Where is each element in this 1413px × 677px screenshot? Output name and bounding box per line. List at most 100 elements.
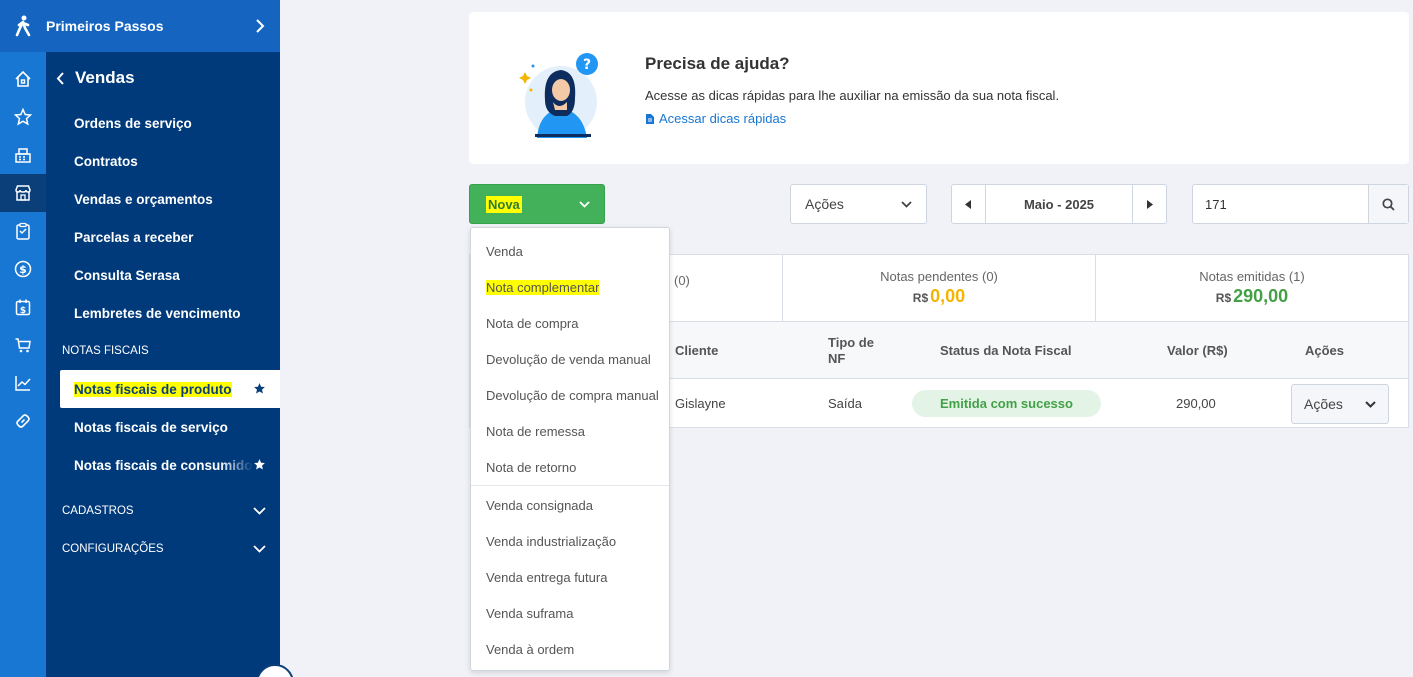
back-to-vendas[interactable]: Vendas — [46, 52, 280, 104]
menu-item-venda-industrializacao[interactable]: Venda industrialização — [471, 523, 669, 559]
sidebar-item-contratos[interactable]: Contratos — [46, 142, 280, 180]
store-icon[interactable] — [0, 174, 46, 212]
col-acoes: Ações — [1305, 343, 1345, 358]
row-acoes-label: Ações — [1304, 396, 1343, 412]
col-tipo-2[interactable]: NF — [828, 351, 845, 366]
nova-button[interactable]: Nova — [469, 184, 605, 224]
search-input[interactable] — [1193, 185, 1368, 223]
clipboard-icon[interactable] — [0, 212, 46, 250]
help-link[interactable]: Acessar dicas rápidas — [645, 111, 786, 126]
month-selector: Maio - 2025 — [951, 184, 1167, 224]
sidebar-item-lembretes[interactable]: Lembretes de vencimento — [46, 294, 280, 332]
menu-item-devolucao-venda[interactable]: Devolução de venda manual — [471, 341, 669, 377]
sidebar-section-title: Vendas — [75, 68, 135, 87]
star-filled-icon[interactable] — [253, 458, 266, 474]
menu-item-venda-suframa[interactable]: Venda suframa — [471, 595, 669, 631]
acoes-button[interactable]: Ações — [790, 184, 927, 224]
summary-first-caption: (0) — [674, 273, 690, 288]
svg-text:$: $ — [19, 263, 27, 276]
menu-item-nota-retorno[interactable]: Nota de retorno — [471, 449, 669, 485]
search-button[interactable] — [1368, 185, 1408, 223]
menu-item-nota-complementar[interactable]: Nota complementar — [471, 269, 669, 305]
menu-item-venda[interactable]: Venda — [471, 233, 669, 269]
row-acoes-button[interactable]: Ações — [1291, 384, 1389, 424]
calendar-dollar-icon[interactable]: $ — [0, 288, 46, 326]
chevron-right-icon[interactable] — [240, 19, 280, 33]
emitidas-value: 290,00 — [1233, 286, 1289, 306]
caret-right-icon — [1147, 199, 1153, 209]
summary-emitidas[interactable]: Notas emitidas (1) R$ 290,00 — [1095, 255, 1408, 321]
col-status[interactable]: Status da Nota Fiscal — [940, 343, 1071, 358]
menu-divider — [471, 485, 669, 486]
pendentes-currency: R$ — [912, 291, 929, 305]
dollar-icon[interactable]: $ — [0, 250, 46, 288]
section-config-label: CONFIGURAÇÕES — [62, 543, 164, 555]
sidebar-item-nf-produto[interactable]: Notas fiscais de produto — [60, 370, 280, 408]
section-cadastros[interactable]: CADASTROS — [46, 492, 280, 530]
col-tipo-1[interactable]: Tipo de — [828, 335, 874, 350]
walking-person-icon — [0, 15, 46, 37]
row-tipo: Saída — [828, 396, 862, 411]
chevron-down-icon — [253, 507, 266, 515]
sidebar-item-vendas-orcamentos[interactable]: Vendas e orçamentos — [46, 180, 280, 218]
current-month: Maio - 2025 — [1023, 196, 1095, 212]
nova-dropdown-menu: Venda Nota complementar Nota de compra D… — [470, 227, 670, 671]
acoes-button-label: Ações — [805, 196, 844, 212]
menu-item-venda-ordem[interactable]: Venda à ordem — [471, 631, 669, 667]
sidebar-item-nf-consumidor[interactable]: Notas fiscais de consumidor — [46, 446, 280, 484]
svg-text:?: ? — [583, 57, 591, 73]
search-icon — [1382, 197, 1395, 211]
help-card: ? Precisa de ajuda? Acesse as dicas rápi… — [469, 12, 1409, 164]
next-month-button[interactable] — [1132, 185, 1166, 223]
sidebar-item-ordens-servico[interactable]: Ordens de serviço — [46, 104, 280, 142]
menu-item-venda-entrega-futura[interactable]: Venda entrega futura — [471, 559, 669, 595]
chevron-down-icon — [253, 545, 266, 553]
col-cliente[interactable]: Cliente — [675, 343, 718, 358]
sidebar-item-nf-servico[interactable]: Notas fiscais de serviço — [46, 408, 280, 446]
menu-item-venda-consignada[interactable]: Venda consignada — [471, 487, 669, 523]
getting-started-bar[interactable]: Primeiros Passos — [0, 0, 280, 52]
svg-text:$: $ — [20, 306, 26, 316]
help-text: Acesse as dicas rápidas para lhe auxilia… — [645, 88, 1060, 103]
register-icon[interactable] — [0, 136, 46, 174]
section-notas-fiscais: NOTAS FISCAIS — [46, 332, 280, 370]
row-valor: 290,00 — [1176, 396, 1216, 411]
chevron-down-icon — [901, 200, 912, 208]
caret-left-icon — [965, 199, 971, 209]
home-icon[interactable] — [0, 60, 46, 98]
menu-item-nota-remessa[interactable]: Nota de remessa — [471, 413, 669, 449]
prev-month-button[interactable] — [952, 185, 986, 223]
getting-started-title: Primeiros Passos — [46, 18, 164, 34]
sidebar-menu: Vendas Ordens de serviço Contratos Venda… — [46, 52, 280, 677]
sidebar-item-nf-produto-label: Notas fiscais de produto — [74, 381, 232, 397]
sidebar-item-serasa[interactable]: Consulta Serasa — [46, 256, 280, 294]
chevron-left-icon — [56, 71, 64, 85]
cart-icon[interactable] — [0, 326, 46, 364]
nova-button-label: Nova — [486, 195, 522, 213]
chart-icon[interactable] — [0, 364, 46, 402]
star-filled-icon[interactable] — [253, 382, 266, 398]
star-icon[interactable] — [0, 98, 46, 136]
section-cadastros-label: CADASTROS — [62, 505, 134, 517]
menu-item-nota-complementar-label: Nota complementar — [486, 279, 600, 295]
help-link-label: Acessar dicas rápidas — [659, 111, 787, 126]
section-configuracoes[interactable]: CONFIGURAÇÕES — [46, 530, 280, 568]
chevron-down-icon — [1365, 400, 1376, 408]
summary-pendentes[interactable]: Notas pendentes (0) R$ 0,00 — [782, 255, 1095, 321]
sidebar-item-parcelas[interactable]: Parcelas a receber — [46, 218, 280, 256]
emitidas-currency: R$ — [1215, 291, 1232, 305]
chevron-down-icon — [579, 200, 590, 208]
row-cliente: Gislayne — [675, 396, 726, 411]
icon-rail: $ $ — [0, 52, 46, 677]
help-illustration: ? — [519, 53, 598, 138]
status-badge: Emitida com sucesso — [912, 390, 1101, 417]
pendentes-caption: Notas pendentes (0) — [880, 269, 998, 284]
document-icon — [646, 113, 654, 124]
link-icon[interactable] — [0, 402, 46, 440]
menu-item-nota-compra[interactable]: Nota de compra — [471, 305, 669, 341]
col-valor[interactable]: Valor (R$) — [1167, 343, 1228, 358]
search-box — [1192, 184, 1409, 224]
section-notas-label: NOTAS FISCAIS — [62, 345, 149, 357]
menu-item-devolucao-compra[interactable]: Devolução de compra manual — [471, 377, 669, 413]
pendentes-value: 0,00 — [930, 286, 966, 306]
